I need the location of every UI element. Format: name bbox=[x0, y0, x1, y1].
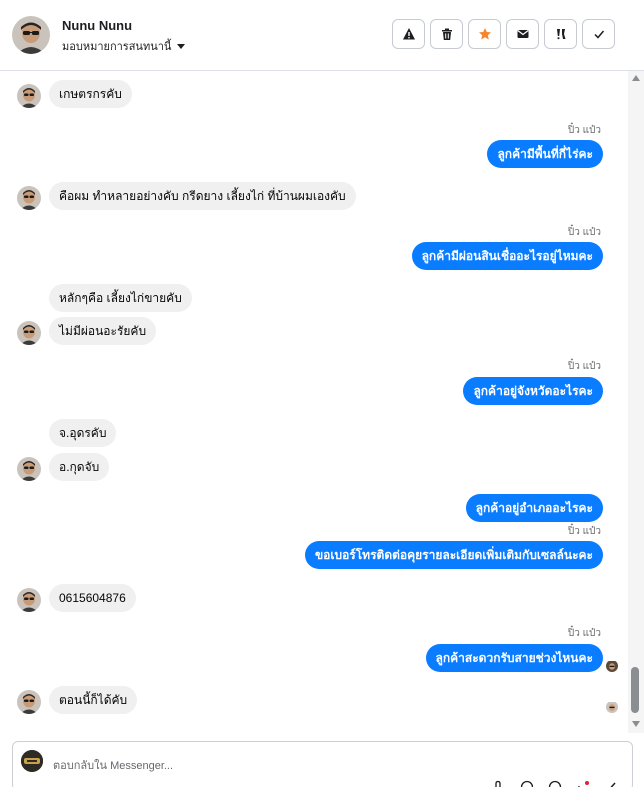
attachment-icon[interactable] bbox=[492, 780, 506, 787]
check-icon bbox=[593, 30, 604, 39]
incoming-message: ตอนนี้ก็ได้คับ bbox=[49, 686, 138, 714]
seen-avatar bbox=[606, 701, 618, 713]
incoming-message: คือผม ทำหลายอย่างคับ กรีดยาง เลี้ยงไก่ ท… bbox=[49, 182, 356, 210]
assign-label: มอบหมายการสนทนานี้ bbox=[62, 41, 172, 53]
sender-name: ปิ๋ว แป๋ว bbox=[567, 526, 601, 537]
incoming-message: 0615604876 bbox=[49, 584, 136, 612]
like-icon[interactable] bbox=[576, 780, 590, 787]
outgoing-message: ลูกค้ามีพื้นที่กี่ไร่คะ bbox=[487, 140, 603, 168]
mail-icon bbox=[516, 30, 529, 38]
contact-avatar-small bbox=[17, 186, 41, 210]
conversation-header: Nunu Nunu มอบหมายการสนทนานี้ bbox=[0, 0, 644, 71]
contact-avatar-small bbox=[17, 84, 41, 108]
assign-conversation-dropdown[interactable]: มอบหมายการสนทนานี้ bbox=[62, 37, 186, 55]
incoming-message: จ.อุดรคับ bbox=[49, 419, 117, 447]
sender-name: ปิ๋ว แป๋ว bbox=[567, 628, 601, 639]
contact-avatar-small bbox=[17, 690, 41, 714]
seen-avatar bbox=[606, 660, 618, 672]
composer-tools bbox=[492, 780, 618, 787]
sender-name: ปิ๋ว แป๋ว bbox=[567, 227, 601, 238]
scroll-up-arrow-icon[interactable] bbox=[632, 75, 640, 81]
star-button[interactable] bbox=[468, 19, 501, 49]
scrollbar-thumb[interactable] bbox=[631, 667, 639, 713]
spam-icon bbox=[402, 28, 415, 40]
message-thread: เกษตรกรคับ ปิ๋ว แป๋ว ลูกค้ามีพื้นที่กี่ไ… bbox=[0, 71, 628, 733]
mark-done-button[interactable] bbox=[582, 19, 615, 49]
scroll-down-arrow-icon[interactable] bbox=[632, 721, 640, 727]
incoming-message: ไม่มีผ่อนอะรัยคับ bbox=[49, 317, 157, 345]
incoming-message: เกษตรกรคับ bbox=[49, 80, 132, 108]
delete-button[interactable] bbox=[430, 19, 463, 49]
page-avatar bbox=[21, 750, 43, 772]
incoming-message: หลักๆคือ เลี้ยงไก่ขายคับ bbox=[49, 284, 192, 312]
outgoing-message: ลูกค้ามีผ่อนสินเชื่ออะไรอยู่ไหมคะ bbox=[411, 242, 603, 270]
incoming-message: อ.กุดจับ bbox=[49, 453, 110, 481]
emoji-icon[interactable] bbox=[520, 780, 534, 787]
reply-composer[interactable]: ตอบกลับใน Messenger... bbox=[12, 741, 633, 787]
thread-scrollbar[interactable] bbox=[628, 71, 644, 733]
follow-up-icon bbox=[556, 29, 565, 40]
sender-name: ปิ๋ว แป๋ว bbox=[567, 125, 601, 136]
reply-input-placeholder[interactable]: ตอบกลับใน Messenger... bbox=[53, 756, 173, 774]
mark-unread-button[interactable] bbox=[506, 19, 539, 49]
conversation-actions bbox=[392, 19, 615, 49]
trash-icon bbox=[441, 28, 452, 40]
contact-name[interactable]: Nunu Nunu bbox=[62, 18, 132, 33]
outgoing-message: ลูกค้าอยู่จังหวัดอะไรคะ bbox=[463, 377, 603, 405]
contact-avatar[interactable] bbox=[12, 16, 50, 54]
outgoing-message: ลูกค้าอยู่อำเภออะไรคะ bbox=[465, 494, 603, 522]
outgoing-message: ขอเบอร์โทรติดต่อคุยรายละเอียดเพิ่มเติมกั… bbox=[304, 541, 603, 569]
contact-avatar-small bbox=[17, 588, 41, 612]
star-icon bbox=[478, 28, 491, 40]
send-icon[interactable] bbox=[604, 780, 618, 787]
chevron-down-icon bbox=[177, 43, 186, 49]
contact-avatar-small bbox=[17, 321, 41, 345]
contact-avatar-small bbox=[17, 457, 41, 481]
follow-up-button[interactable] bbox=[544, 19, 577, 49]
mark-spam-button[interactable] bbox=[392, 19, 425, 49]
sender-name: ปิ๋ว แป๋ว bbox=[567, 361, 601, 372]
outgoing-message: ลูกค้าสะดวกรับสายช่วงไหนคะ bbox=[425, 644, 603, 672]
gif-icon[interactable] bbox=[548, 780, 562, 787]
